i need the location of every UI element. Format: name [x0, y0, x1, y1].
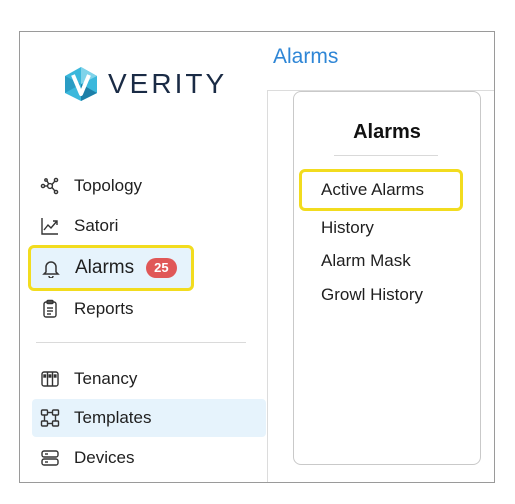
verity-hexagon-logo-icon [65, 67, 97, 101]
bell-icon [41, 258, 61, 278]
menu-item-history[interactable]: History [321, 218, 374, 238]
sidebar-item-alarms[interactable]: Alarms 25 [28, 245, 194, 291]
clipboard-icon [40, 299, 60, 319]
sidebar-item-label: Reports [74, 299, 134, 318]
sidebar-item-label: Alarms [75, 257, 135, 278]
app-window: VERITY Topology Satori Alarms 25 Reports… [19, 31, 495, 483]
brand-name: VERITY [108, 68, 228, 99]
menu-item-alarm-mask[interactable]: Alarm Mask [321, 251, 411, 271]
topology-icon [40, 176, 60, 196]
sidebar-item-tenancy[interactable]: Tenancy [32, 362, 266, 396]
sidebar-item-label: Topology [74, 176, 143, 195]
sidebar-item-reports[interactable]: Reports [32, 292, 266, 326]
sidebar-item-satori[interactable]: Satori [32, 209, 266, 243]
sidebar-item-devices[interactable]: Devices [32, 441, 266, 475]
page-title: Alarms [273, 45, 339, 68]
alarm-count-badge: 25 [146, 258, 177, 278]
sidebar-item-label: Templates [74, 408, 152, 427]
tenancy-icon [40, 369, 60, 389]
sidebar: VERITY Topology Satori Alarms 25 Reports… [20, 32, 267, 482]
templates-icon [40, 408, 60, 428]
menu-item-active-alarms[interactable]: Active Alarms [299, 169, 463, 211]
server-icon [40, 448, 60, 468]
brand-logo[interactable]: VERITY [64, 66, 227, 102]
card-title-divider [334, 155, 438, 156]
content-divider [267, 90, 268, 482]
sidebar-item-topology[interactable]: Topology [32, 169, 266, 203]
sidebar-item-templates[interactable]: Templates [32, 399, 266, 437]
sidebar-item-label: Satori [74, 216, 119, 235]
chart-trend-icon [40, 216, 60, 236]
card-title: Alarms [353, 121, 421, 143]
menu-item-growl-history[interactable]: Growl History [321, 285, 423, 305]
sidebar-divider [36, 342, 246, 343]
alarms-menu-card: Alarms Active Alarms History Alarm Mask … [293, 91, 481, 465]
sidebar-item-label: Devices [74, 448, 135, 467]
sidebar-item-label: Tenancy [74, 369, 138, 388]
